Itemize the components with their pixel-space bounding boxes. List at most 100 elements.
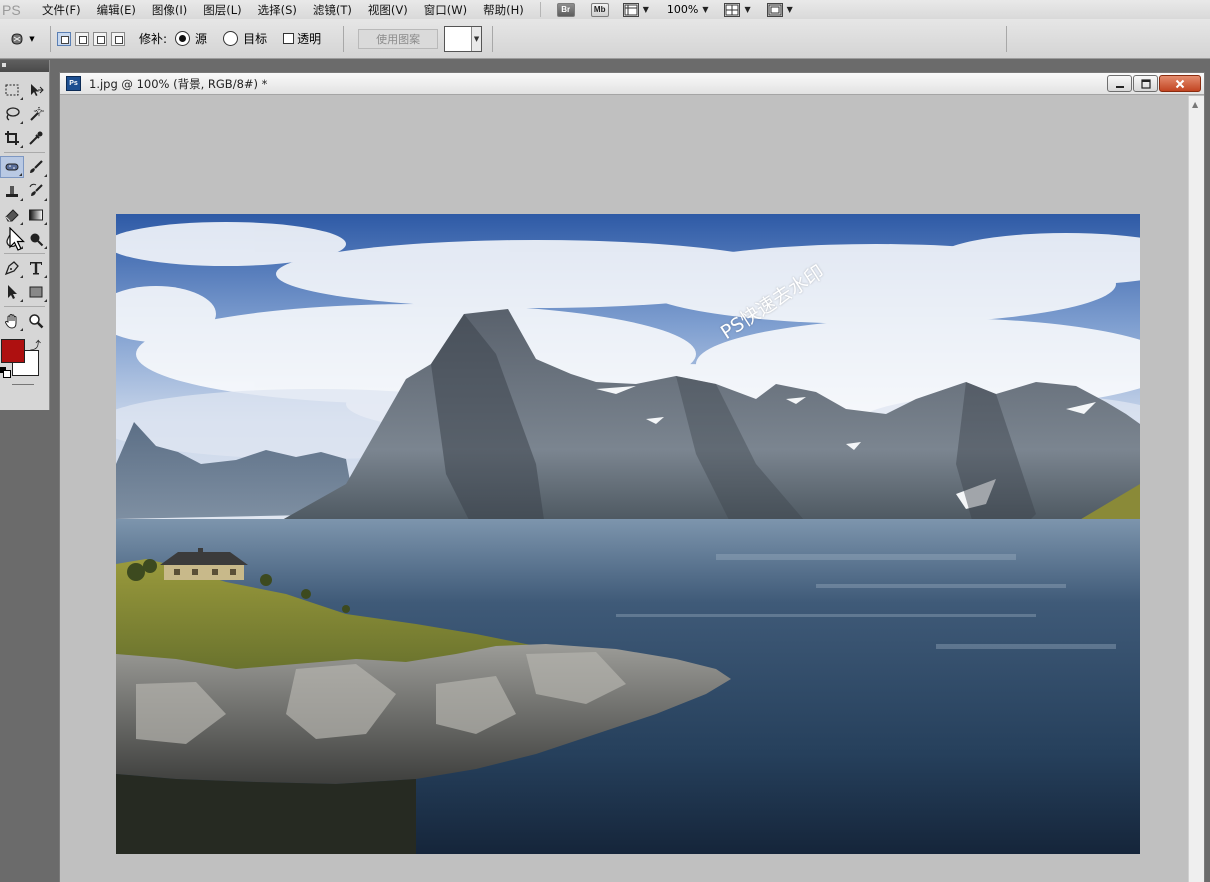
patch-label: 修补: <box>139 32 168 46</box>
destination-radio-indicator[interactable] <box>223 31 239 46</box>
maximize-button[interactable] <box>1133 75 1158 92</box>
path-selection-tool[interactable] <box>0 281 24 303</box>
pen-icon <box>4 261 19 276</box>
menu-filter[interactable]: 滤镜(T) <box>305 2 360 18</box>
arrange-documents-icon[interactable] <box>724 2 741 17</box>
menu-separator <box>539 2 541 17</box>
pattern-dropdown-icon[interactable]: ▼ <box>471 26 482 51</box>
hand-icon <box>5 314 17 329</box>
zoom-tool[interactable] <box>24 310 48 332</box>
screen-mode-dropdown-icon[interactable]: ▼ <box>787 5 793 14</box>
subtract-from-selection-button[interactable] <box>93 31 107 46</box>
transparent-checkbox-box[interactable] <box>283 33 295 44</box>
tool-preset-picker[interactable]: ▼ <box>0 31 44 47</box>
quick-mask-divider <box>12 384 34 385</box>
document-title-bar[interactable]: Ps 1.jpg @ 100% (背景, RGB/8#) * <box>60 73 1204 95</box>
options-bar: ▼ 修补: 源 目标 透明 使用图案 ▼ <box>0 19 1210 59</box>
healing-brush-icon <box>5 163 19 171</box>
default-colors-icon[interactable] <box>0 367 11 378</box>
patch-tool[interactable] <box>0 156 24 178</box>
clone-stamp-tool[interactable] <box>0 180 24 202</box>
intersect-selection-button[interactable] <box>111 31 125 46</box>
canvas-area[interactable]: PS快速去水印 <box>60 96 1188 882</box>
zoom-level[interactable]: 100% <box>667 3 698 16</box>
options-separator <box>343 25 345 52</box>
add-to-selection-button[interactable] <box>75 31 89 46</box>
tools-panel: ⤴ <box>0 60 50 410</box>
bridge-button[interactable]: Br <box>556 2 575 17</box>
menu-help[interactable]: 帮助(H) <box>475 2 532 18</box>
pen-tool[interactable] <box>0 257 24 279</box>
options-separator <box>492 25 494 52</box>
options-separator <box>50 25 51 52</box>
pattern-picker[interactable]: ▼ <box>444 25 483 52</box>
brush-tool[interactable] <box>24 156 48 178</box>
history-brush-icon <box>29 183 43 196</box>
menu-window[interactable]: 窗口(W) <box>416 2 475 18</box>
magnifier-icon <box>29 314 44 329</box>
screen-mode-icon[interactable] <box>766 2 783 17</box>
menu-file[interactable]: 文件(F) <box>34 2 89 18</box>
minimize-button[interactable] <box>1107 75 1132 92</box>
close-button[interactable] <box>1159 75 1201 92</box>
hand-tool[interactable] <box>0 310 24 332</box>
path-select-icon <box>8 285 17 299</box>
transparent-label: 透明 <box>297 32 322 46</box>
move-tool[interactable] <box>24 79 48 101</box>
app-logo: PS <box>2 1 21 18</box>
use-pattern-button[interactable]: 使用图案 <box>358 28 439 49</box>
minimize-icon <box>1115 85 1124 88</box>
brush-icon <box>30 160 43 173</box>
shape-tool[interactable] <box>24 281 48 303</box>
preset-dropdown-icon: ▼ <box>29 34 35 43</box>
new-selection-button[interactable] <box>57 31 71 46</box>
source-label: 源 <box>195 32 208 46</box>
history-brush-tool[interactable] <box>24 180 48 202</box>
zoom-dropdown-icon[interactable]: ▼ <box>702 5 708 14</box>
lasso-tool[interactable] <box>0 103 24 125</box>
eyedropper-tool[interactable] <box>24 127 48 149</box>
quick-selection-tool[interactable] <box>24 103 48 125</box>
dodge-icon <box>30 233 44 247</box>
source-radio[interactable]: 源 <box>175 30 207 47</box>
maximize-icon <box>1140 78 1151 89</box>
photoshop-doc-icon: Ps <box>66 76 81 91</box>
foreground-color-swatch[interactable] <box>1 339 25 363</box>
menu-layer[interactable]: 图层(L) <box>195 2 249 18</box>
swap-colors-icon[interactable]: ⤴ <box>30 337 41 353</box>
document-title: 1.jpg @ 100% (背景, RGB/8#) * <box>89 76 268 91</box>
crop-tool[interactable] <box>0 127 24 149</box>
view-extras-icon[interactable] <box>622 2 639 17</box>
vertical-scrollbar[interactable]: ▲ <box>1188 96 1204 882</box>
window-controls <box>1107 75 1201 92</box>
rectangle-shape-icon <box>29 286 43 298</box>
color-swatches: ⤴ <box>0 337 49 383</box>
menu-image[interactable]: 图像(I) <box>144 2 195 18</box>
menu-edit[interactable]: 编辑(E) <box>89 2 144 18</box>
menu-select[interactable]: 选择(S) <box>250 2 305 18</box>
marquee-tool[interactable] <box>0 79 24 101</box>
patch-tool-icon <box>11 32 23 45</box>
type-icon <box>30 262 42 275</box>
eyedropper-icon <box>29 131 43 145</box>
view-extras-dropdown-icon[interactable]: ▼ <box>643 5 649 14</box>
source-radio-indicator[interactable] <box>175 31 191 46</box>
type-tool[interactable] <box>24 257 48 279</box>
destination-radio[interactable]: 目标 <box>223 30 267 47</box>
dodge-tool[interactable] <box>24 228 48 250</box>
scroll-up-icon[interactable]: ▲ <box>1192 100 1198 109</box>
magic-wand-icon <box>30 106 44 121</box>
move-icon <box>31 84 44 96</box>
landscape-photo[interactable] <box>116 214 1140 854</box>
close-icon <box>1175 79 1185 88</box>
tools-panel-header[interactable] <box>0 60 49 72</box>
gradient-tool[interactable] <box>24 204 48 226</box>
document-window: Ps 1.jpg @ 100% (背景, RGB/8#) * PS快速去水印 ▲ <box>59 72 1205 882</box>
lasso-icon <box>6 107 20 121</box>
menu-view[interactable]: 视图(V) <box>360 2 416 18</box>
transparent-checkbox[interactable]: 透明 <box>283 30 321 47</box>
mini-bridge-button[interactable]: Mb <box>590 2 609 17</box>
arrange-dropdown-icon[interactable]: ▼ <box>744 5 750 14</box>
mouse-cursor-icon <box>9 227 25 251</box>
eraser-tool[interactable] <box>0 204 24 226</box>
